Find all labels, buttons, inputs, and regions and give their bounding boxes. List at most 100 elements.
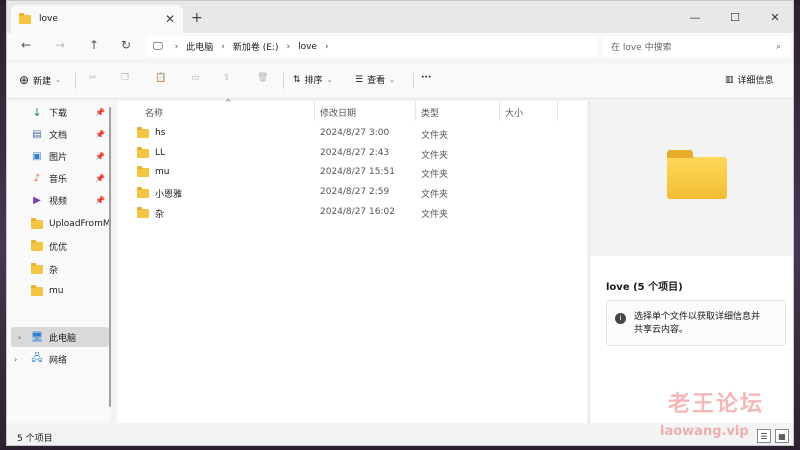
address-bar[interactable]: 🖵 › 此电脑 › 新加卷 (E:) › love ›: [145, 36, 597, 57]
file-row[interactable]: 杂 2024/8/27 16:02 文件夹: [117, 202, 587, 222]
plus-circle-icon: ⊕: [19, 73, 30, 87]
pin-icon[interactable]: 📌: [95, 130, 105, 139]
folder-icon: [19, 12, 31, 24]
view-list-icon: ☰: [355, 74, 364, 85]
sort-label: 排序: [304, 76, 323, 86]
clipboard-icon: 📋: [155, 73, 167, 83]
file-explorer-window: love ✕ + — ☐ ✕ ← → ↑ ↻ 🖵 › 此电脑 › 新加卷 (E:…: [6, 0, 794, 446]
view-button[interactable]: ☰ 查看 ⌄: [355, 73, 395, 87]
sidebar-item-label: mu: [49, 286, 64, 296]
column-divider[interactable]: [415, 101, 416, 121]
paste-button[interactable]: 📋: [155, 73, 166, 83]
scissors-icon: ✂: [89, 73, 97, 83]
maximize-button[interactable]: ☐: [715, 1, 755, 33]
column-header-size[interactable]: 大小: [505, 106, 523, 119]
column-divider[interactable]: [557, 101, 558, 121]
sidebar-item-pictures[interactable]: ▣ 图片 📌: [7, 146, 111, 166]
delete-button[interactable]: 🗑: [257, 73, 268, 83]
breadcrumb-drive[interactable]: 新加卷 (E:): [233, 40, 279, 53]
sidebar-scrollbar[interactable]: [109, 107, 111, 407]
folder-icon-wrap: [31, 217, 43, 229]
watermark-url: laowang.vip: [660, 424, 749, 439]
details-info-text: 选择单个文件以获取详细信息并 共享云内容。: [634, 311, 760, 337]
tiles-view-icon[interactable]: ▦: [775, 429, 789, 443]
sidebar-item-label: 优优: [49, 242, 68, 253]
divider: [283, 73, 284, 89]
column-header-name[interactable]: 名称: [145, 106, 163, 119]
sidebar-item-label: 音乐: [49, 174, 68, 185]
chevron-right-icon[interactable]: ›: [14, 355, 17, 364]
new-tab-button[interactable]: +: [191, 10, 203, 26]
file-date: 2024/8/27 2:59: [320, 187, 390, 197]
file-type: 文件夹: [421, 131, 449, 141]
sidebar-item-downloads[interactable]: ↓ 下载 📌: [7, 102, 111, 122]
folder-icon-wrap: [31, 284, 43, 296]
folder-icon: [137, 126, 149, 138]
breadcrumb-love[interactable]: love: [298, 42, 317, 52]
sort-ascending-icon: ^: [225, 98, 232, 107]
navigation-pane: ↓ 下载 📌 ▤ 文档 📌 ▣ 图片 📌 ♪ 音乐 📌 ▶ 视频 📌 Uploa…: [7, 101, 111, 423]
copy-button[interactable]: ❐: [121, 73, 129, 83]
back-button[interactable]: ←: [21, 38, 31, 52]
details-info-line: 共享云内容。: [634, 325, 689, 335]
sidebar-item-network[interactable]: › 🖧 网络: [7, 349, 111, 369]
sidebar-item-videos[interactable]: ▶ 视频 📌: [7, 190, 111, 210]
file-row[interactable]: hs 2024/8/27 3:00 文件夹: [117, 123, 587, 143]
column-header-date[interactable]: 修改日期: [320, 106, 356, 119]
share-icon: ⇪: [223, 73, 231, 83]
sidebar-item-youyou[interactable]: 优优: [7, 236, 111, 256]
file-date: 2024/8/27 16:02: [320, 207, 395, 217]
file-name-cell: hs: [137, 126, 166, 138]
details-label: 详细信息: [737, 76, 774, 86]
pin-icon[interactable]: 📌: [95, 196, 105, 205]
chevron-right-icon[interactable]: ›: [18, 333, 21, 342]
sidebar-item-label: 图片: [49, 152, 68, 163]
sidebar-item-za[interactable]: 杂: [7, 259, 111, 279]
folder-icon: [137, 165, 149, 177]
share-button[interactable]: ⇪: [223, 73, 231, 83]
up-button[interactable]: ↑: [89, 38, 99, 52]
column-divider[interactable]: [314, 101, 315, 121]
column-divider[interactable]: [499, 101, 500, 121]
sidebar-item-documents[interactable]: ▤ 文档 📌: [7, 124, 111, 144]
new-button[interactable]: ⊕ 新建 ⌄: [19, 73, 61, 87]
refresh-button[interactable]: ↻: [121, 38, 131, 52]
breadcrumb-this-pc[interactable]: 此电脑: [186, 40, 213, 53]
details-info-box: i 选择单个文件以获取详细信息并 共享云内容。: [606, 300, 786, 346]
sidebar-item-this-pc[interactable]: › 🖥 此电脑: [11, 327, 109, 347]
forward-button[interactable]: →: [55, 38, 65, 52]
details-pane-button[interactable]: ▥ 详细信息: [725, 73, 774, 87]
network-icon: 🖧: [31, 352, 43, 364]
details-pane-icon: ▥: [725, 74, 734, 85]
file-type: 文件夹: [421, 170, 449, 180]
file-row[interactable]: LL 2024/8/27 2:43 文件夹: [117, 143, 587, 163]
details-view-icon[interactable]: ☰: [757, 429, 771, 443]
search-placeholder: 在 love 中搜索: [611, 43, 672, 53]
file-row[interactable]: mu 2024/8/27 15:51 文件夹: [117, 162, 587, 182]
details-pane: love (5 个项目) i 选择单个文件以获取详细信息并 共享云内容。: [589, 101, 793, 423]
file-name: hs: [155, 128, 166, 138]
tab-love[interactable]: love ✕: [11, 5, 183, 33]
pin-icon[interactable]: 📌: [95, 174, 105, 183]
divider: [413, 73, 414, 89]
rename-button[interactable]: ▭: [191, 73, 200, 83]
pin-icon[interactable]: 📌: [95, 108, 105, 117]
video-icon: ▶: [33, 194, 41, 206]
close-button[interactable]: ✕: [755, 1, 793, 33]
file-row[interactable]: 小恩雅 2024/8/27 2:59 文件夹: [117, 182, 587, 202]
column-header-type[interactable]: 类型: [421, 106, 439, 119]
minimize-button[interactable]: —: [675, 1, 715, 33]
new-label: 新建: [33, 76, 52, 87]
file-name: 杂: [155, 210, 165, 220]
sidebar-item-uploadfromm[interactable]: UploadFromM: [7, 214, 111, 234]
cut-button[interactable]: ✂: [89, 73, 97, 83]
tab-close-icon[interactable]: ✕: [165, 12, 175, 26]
sidebar-item-mu[interactable]: mu: [7, 281, 111, 301]
more-options-button[interactable]: ···: [421, 73, 431, 83]
trash-icon: 🗑: [257, 73, 269, 83]
pin-icon[interactable]: 📌: [95, 152, 105, 161]
sidebar-item-music[interactable]: ♪ 音乐 📌: [7, 168, 111, 188]
sort-button[interactable]: ⇅ 排序 ⌄: [293, 73, 332, 87]
search-input[interactable]: 在 love 中搜索 ⌕: [603, 36, 789, 57]
tab-bar: love ✕ + — ☐ ✕: [7, 1, 793, 33]
